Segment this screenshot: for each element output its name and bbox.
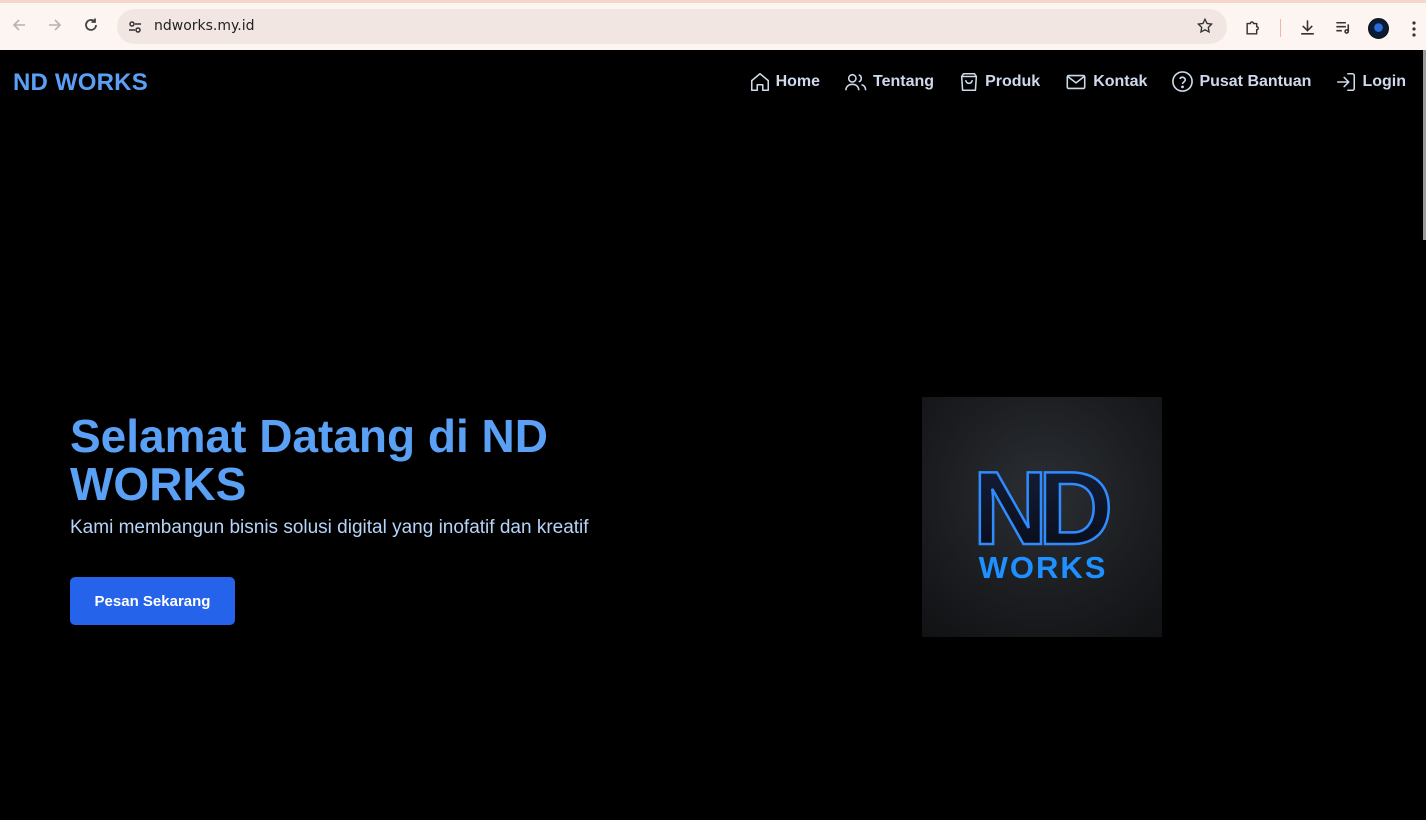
users-icon: [845, 73, 867, 90]
help-circle-icon: [1172, 71, 1194, 92]
bookmark-button[interactable]: [1195, 16, 1215, 36]
nav-pusat-bantuan-label: Pusat Bantuan: [1199, 72, 1312, 90]
nav-home[interactable]: Home: [749, 71, 820, 93]
main-navigation: Home Tentang Produk Kontak Pusat Bantuan…: [749, 70, 1406, 93]
arrow-right-icon: [49, 19, 62, 31]
nd-works-logo: ND WORKS: [972, 450, 1121, 585]
reload-icon: [85, 18, 97, 31]
logo-wordmark: WORKS: [979, 550, 1108, 585]
tune-icon: [129, 21, 141, 33]
toolbar-divider: [1280, 19, 1281, 37]
nav-tentang[interactable]: Tentang: [844, 71, 934, 93]
profile-avatar[interactable]: [1368, 18, 1389, 39]
downloads-button[interactable]: [1295, 15, 1319, 39]
nav-produk[interactable]: Produk: [958, 71, 1040, 93]
arrow-left-icon: [12, 19, 25, 31]
media-controls-button[interactable]: [1331, 15, 1355, 39]
browser-menu-button[interactable]: [1404, 17, 1424, 41]
hero-title: Selamat Datang di ND WORKS: [70, 410, 548, 510]
hero-subtitle: Kami membangun bisnis solusi digital yan…: [70, 517, 589, 538]
web-page: ND WORKS Home Tentang Produk Kontak Pusa…: [0, 50, 1426, 820]
back-button[interactable]: [6, 12, 32, 38]
download-icon: [1300, 19, 1314, 35]
brand-logo-text[interactable]: ND WORKS: [13, 69, 148, 97]
site-header: ND WORKS Home Tentang Produk Kontak Pusa…: [0, 50, 1426, 116]
nav-login[interactable]: Login: [1335, 71, 1406, 93]
nav-produk-label: Produk: [985, 72, 1041, 90]
puzzle-icon: [1245, 20, 1259, 35]
nav-kontak[interactable]: Kontak: [1064, 71, 1147, 93]
nav-kontak-label: Kontak: [1093, 72, 1148, 90]
forward-button[interactable]: [42, 12, 68, 38]
playlist-icon: [1335, 21, 1349, 34]
nav-home-label: Home: [775, 72, 821, 90]
mail-icon: [1066, 74, 1086, 89]
nav-login-label: Login: [1362, 72, 1406, 90]
more-vertical-icon: [1412, 21, 1416, 37]
site-info-button[interactable]: [125, 17, 145, 37]
shopping-bag-icon: [960, 72, 978, 91]
address-bar[interactable]: ndworks.my.id: [117, 9, 1227, 44]
login-icon: [1337, 72, 1356, 91]
browser-toolbar: ndworks.my.id: [0, 0, 1426, 50]
nav-pusat-bantuan[interactable]: Pusat Bantuan: [1171, 70, 1311, 93]
order-now-button[interactable]: Pesan Sekarang: [70, 577, 235, 625]
nav-tentang-label: Tentang: [873, 72, 935, 90]
reload-button[interactable]: [78, 12, 104, 38]
hero-logo-image: ND WORKS: [922, 397, 1162, 637]
home-icon: [750, 72, 769, 91]
url-text[interactable]: ndworks.my.id: [154, 18, 255, 34]
extensions-button[interactable]: [1241, 15, 1265, 39]
star-icon: [1196, 17, 1214, 34]
